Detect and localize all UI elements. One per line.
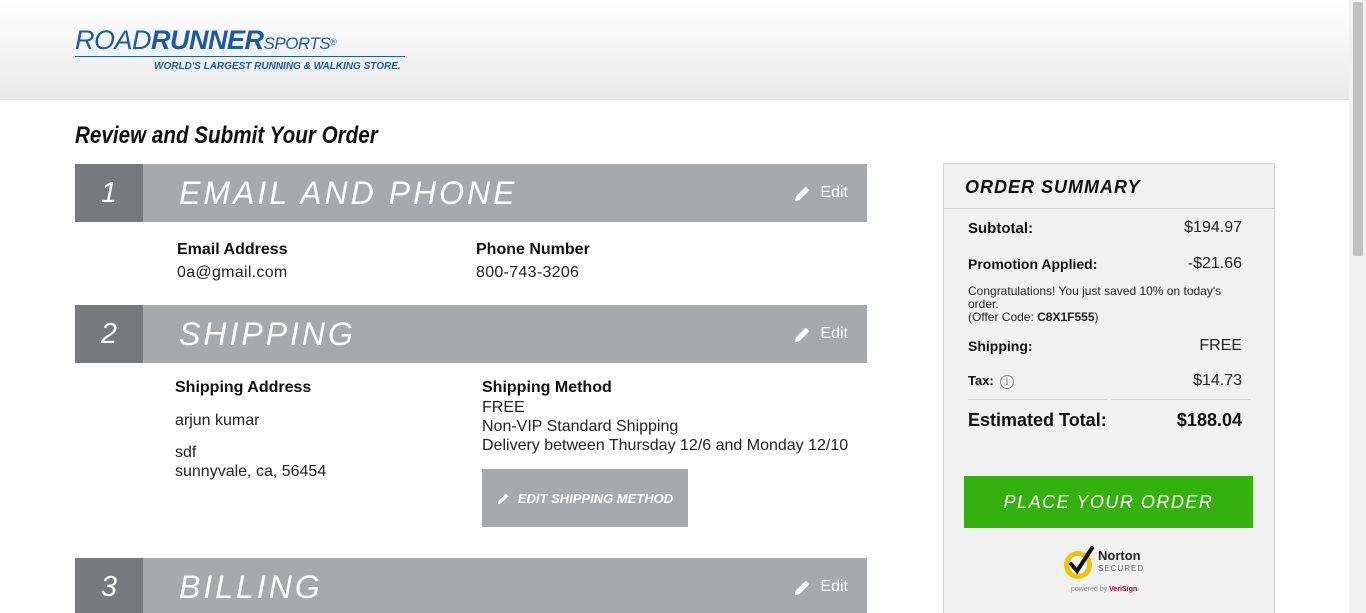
promotion-message: Congratulations! You just saved 10% on t… — [968, 284, 1222, 311]
shipping-name: arjun kumar — [175, 412, 260, 429]
verisign-brand: VeriSign — [1109, 586, 1138, 593]
edit-shipping-button[interactable]: Edit — [794, 305, 848, 363]
place-order-button[interactable]: PLACE YOUR ORDER — [964, 476, 1253, 528]
powered-by-prefix: powered by — [1071, 586, 1110, 593]
tax-label: Tax: — [968, 373, 994, 388]
logo-runner: RUNNER — [151, 25, 264, 55]
section-title: EMAIL AND PHONE — [179, 175, 518, 211]
norton-secured-badge[interactable]: Norton SECURED powered by VeriSign — [1061, 542, 1161, 594]
edit-shipping-method-button[interactable]: EDIT SHIPPING METHOD — [482, 469, 688, 527]
order-summary-title: ORDER SUMMARY — [965, 177, 1141, 197]
norton-secured: SECURED — [1098, 564, 1145, 573]
site-header: ROADRUNNERSPORTS® WORLD'S LARGEST RUNNIN… — [0, 0, 1349, 100]
scrollbar-thumb[interactable] — [1353, 2, 1363, 256]
pencil-icon — [795, 327, 810, 342]
section-title: SHIPPING — [179, 316, 356, 352]
promotion-value: -$21.66 — [1187, 255, 1242, 272]
shipping-street: sdf — [175, 444, 197, 461]
logo-divider — [75, 56, 405, 57]
order-summary: ORDER SUMMARY Subtotal: $194.97 Promotio… — [943, 163, 1275, 613]
page-scrollbar[interactable] — [1349, 0, 1366, 613]
shipping-method-cost: FREE — [482, 399, 525, 416]
edit-billing-button[interactable]: Edit — [794, 558, 848, 613]
subtotal-label: Subtotal: — [968, 220, 1033, 237]
offer-code: C8X1F555 — [1037, 310, 1095, 324]
logo-wordmark: ROADRUNNERSPORTS® — [75, 26, 415, 59]
page-title: Review and Submit Your Order — [75, 122, 378, 149]
section-title: BILLING — [179, 569, 323, 605]
logo-tagline: WORLD'S LARGEST RUNNING & WALKING STORE. — [154, 61, 401, 72]
edit-label: Edit — [820, 578, 848, 595]
shipping-method-name: Non-VIP Standard Shipping — [482, 418, 679, 435]
norton-powered-by: powered by VeriSign — [1071, 586, 1137, 593]
section-email-phone-header: 1 EMAIL AND PHONE Edit — [75, 164, 867, 222]
estimated-total-value: $188.04 — [1176, 410, 1242, 430]
summary-divider-left — [968, 399, 1107, 400]
shipping-city-state-zip: sunnyvale, ca, 56454 — [175, 463, 327, 480]
edit-label: Edit — [820, 325, 848, 342]
promotion-label: Promotion Applied: — [968, 256, 1098, 272]
phone-label: Phone Number — [476, 241, 590, 258]
edit-shipping-method-label: EDIT SHIPPING METHOD — [517, 490, 674, 506]
edit-email-phone-button[interactable]: Edit — [794, 164, 848, 222]
phone-value: 800-743-3206 — [476, 264, 580, 281]
promotion-note: Congratulations! You just saved 10% on t… — [968, 285, 1238, 324]
estimated-total-label: Estimated Total: — [968, 410, 1107, 430]
edit-label: Edit — [820, 184, 848, 201]
section-number: 2 — [75, 305, 143, 363]
roadrunner-logo[interactable]: ROADRUNNERSPORTS® WORLD'S LARGEST RUNNIN… — [75, 26, 415, 76]
pencil-icon — [795, 580, 810, 595]
shipping-summary-label: Shipping: — [968, 338, 1033, 354]
email-label: Email Address — [177, 241, 288, 258]
logo-sports: SPORTS — [263, 34, 331, 53]
shipping-delivery-window: Delivery between Thursday 12/6 and Monda… — [482, 437, 849, 454]
section-number: 3 — [75, 558, 143, 613]
shipping-method-label: Shipping Method — [482, 379, 612, 396]
info-icon[interactable]: i — [1000, 375, 1014, 389]
order-summary-header: ORDER SUMMARY — [944, 164, 1274, 209]
section-billing-header: 3 BILLING Edit — [75, 558, 867, 613]
tax-value: $14.73 — [1193, 372, 1242, 389]
email-value: 0a@gmail.com — [177, 264, 288, 281]
pencil-icon — [795, 186, 810, 201]
norton-check-icon — [1064, 546, 1094, 579]
shipping-address-label: Shipping Address — [175, 379, 312, 396]
section-number: 1 — [75, 164, 143, 222]
shipping-summary-value: FREE — [1199, 337, 1242, 354]
logo-registered: ® — [330, 37, 337, 47]
subtotal-value: $194.97 — [1184, 219, 1242, 236]
pencil-icon — [497, 493, 509, 504]
offer-code-prefix: (Offer Code: — [968, 310, 1038, 324]
norton-brand: Norton — [1098, 548, 1141, 563]
offer-code-suffix: ) — [1094, 310, 1099, 324]
section-shipping-header: 2 SHIPPING Edit — [75, 305, 867, 363]
logo-road: ROAD — [75, 25, 152, 55]
summary-divider-right — [1111, 399, 1251, 400]
